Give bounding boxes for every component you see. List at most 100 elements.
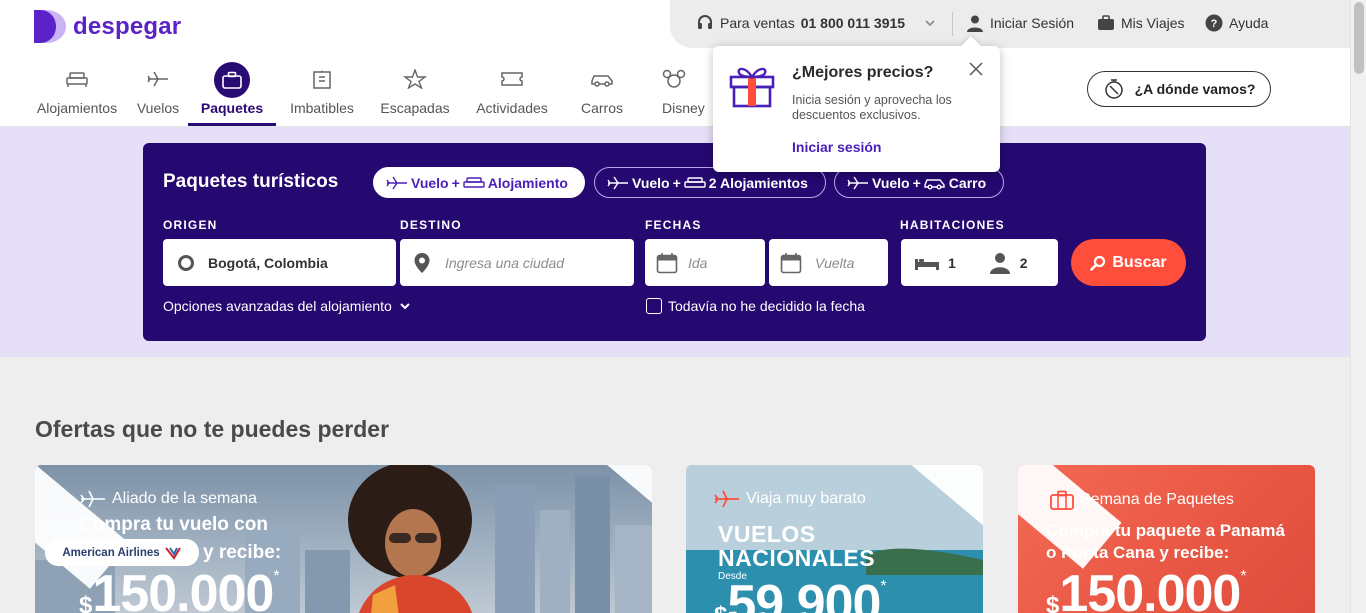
offers-section-title: Ofertas que no te puedes perder: [35, 416, 390, 442]
where-to-button[interactable]: ¿A dónde vamos?: [1087, 71, 1271, 107]
plane-icon: [714, 490, 739, 508]
sales-phone[interactable]: Para ventas 01 800 011 3915: [696, 14, 937, 32]
brand-logo[interactable]: despegar: [34, 10, 181, 43]
currency-symbol: $: [1046, 592, 1060, 613]
help-link[interactable]: ? Ayuda: [1205, 14, 1268, 32]
nav-item-actividades[interactable]: Actividades: [462, 60, 562, 126]
car-icon: [590, 66, 614, 92]
chevron-down-icon: [925, 20, 935, 27]
rooms-count: 1: [948, 254, 956, 271]
location-pin-icon: [414, 252, 430, 273]
pill-prefix: Vuelo: [411, 174, 449, 191]
card-price: $150.000*: [1046, 568, 1247, 613]
plane-icon: [847, 176, 868, 189]
card-price: $150.000*: [79, 568, 280, 613]
destination-placeholder: Ingresa una ciudad: [445, 254, 565, 271]
offer-card-national-flights[interactable]: Viaja muy barato VUELOS NACIONALES Desde…: [686, 465, 983, 613]
utility-divider: [952, 12, 953, 36]
star-icon: [403, 66, 427, 92]
airline-name: American Airlines: [62, 546, 160, 559]
bed-icon: [684, 176, 706, 188]
card-headline-2: y recibe:: [203, 542, 282, 563]
nav-item-vuelos[interactable]: Vuelos: [128, 60, 188, 126]
card-headline: Compra tu paquete a Panamá o Punta Cana …: [1046, 520, 1285, 564]
card-price: $59.900*: [714, 578, 887, 613]
undecided-dates-checkbox[interactable]: Todavía no he decidido la fecha: [646, 298, 865, 314]
login-promo-popover: ¿Mejores precios? Inicia sesión y aprove…: [713, 46, 1000, 172]
card-tag: Semana de Paquetes: [1050, 490, 1234, 510]
popover-login-link[interactable]: Iniciar sesión: [792, 139, 881, 155]
departure-date-input[interactable]: Ida: [645, 239, 765, 286]
price-asterisk: *: [273, 568, 280, 585]
price-value: 150.000: [1059, 565, 1241, 613]
pill-suffix: Alojamiento: [487, 174, 568, 191]
search-button[interactable]: Buscar: [1071, 239, 1186, 286]
price-value: 150.000: [92, 565, 274, 613]
pill-suffix: 2 Alojamientos: [708, 174, 808, 191]
price-value: 59.900: [727, 575, 881, 613]
pill-suffix: Carro: [948, 174, 987, 191]
nav-item-disney[interactable]: Disney: [642, 60, 718, 126]
card-headline-line-2: NACIONALES: [718, 545, 876, 571]
bed-icon: [65, 66, 89, 92]
search-title: Paquetes turísticos: [163, 171, 339, 192]
scrollbar-thumb[interactable]: [1354, 2, 1364, 74]
bed-icon: [463, 176, 485, 188]
suitcase-icon: [1050, 490, 1074, 510]
my-trips-link[interactable]: Mis Viajes: [1097, 14, 1185, 32]
where-to-label: ¿A dónde vamos?: [1134, 81, 1256, 97]
advanced-options-toggle[interactable]: Opciones avanzadas del alojamiento: [163, 298, 412, 314]
popover-text: Inicia sesión y aprovecha los descuentos…: [792, 93, 952, 122]
nav-item-carros[interactable]: Carros: [562, 60, 642, 126]
origin-input[interactable]: Bogotá, Colombia: [163, 239, 396, 286]
ticket-icon: [500, 66, 524, 92]
close-icon[interactable]: [967, 60, 985, 78]
rooms-label: HABITACIONES: [900, 218, 1005, 232]
suitcase-icon: [1098, 15, 1114, 30]
nav-item-escapadas[interactable]: Escapadas: [368, 60, 462, 126]
svg-text:?: ?: [1211, 18, 1218, 30]
pill-prefix: Vuelo: [632, 174, 670, 191]
mickey-icon: [662, 66, 686, 92]
sales-phone-number: 01 800 011 3915: [800, 15, 906, 31]
logo-mark-icon: [34, 10, 66, 43]
nav-item-paquetes[interactable]: Paquetes: [188, 60, 276, 126]
return-date-input[interactable]: Vuelta: [769, 239, 888, 286]
product-pill-flight-hotel[interactable]: Vuelo + Alojamiento: [373, 167, 585, 198]
pill-prefix: Vuelo: [872, 174, 910, 191]
dates-label: FECHAS: [645, 218, 702, 232]
nav-item-imbatibles[interactable]: Imbatibles: [276, 60, 368, 126]
destination-input[interactable]: Ingresa una ciudad: [400, 239, 634, 286]
page-scrollbar[interactable]: [1350, 0, 1366, 613]
card-headline: VUELOS NACIONALES: [718, 522, 875, 570]
plane-icon: [80, 490, 105, 508]
user-icon: [967, 15, 983, 32]
undecided-dates-label: Todavía no he decidido la fecha: [668, 298, 865, 314]
nav-label: Actividades: [476, 100, 548, 116]
calendar-icon: [780, 252, 802, 273]
brand-name: despegar: [73, 12, 182, 40]
help-icon: ?: [1205, 14, 1223, 32]
plane-icon: [607, 176, 628, 189]
pill-plus: +: [451, 174, 460, 191]
nav-label: Paquetes: [200, 100, 264, 116]
offer-card-packages-week[interactable]: Semana de Paquetes Compra tu paquete a P…: [1018, 465, 1315, 613]
login-link[interactable]: Iniciar Sesión: [966, 14, 1074, 32]
nav-label: Alojamientos: [36, 100, 118, 116]
nav-item-alojamientos[interactable]: Alojamientos: [26, 60, 128, 126]
site-header: despegar Para ventas 01 800 011 3915 Ini…: [0, 0, 1350, 127]
headset-icon: [698, 15, 712, 29]
airline-logo-icon: [164, 546, 181, 560]
login-label: Iniciar Sesión: [990, 15, 1075, 31]
american-airlines-logo: American Airlines: [45, 539, 199, 566]
advanced-options-label: Opciones avanzadas del alojamiento: [163, 298, 392, 314]
card-headline-line-1: VUELOS: [718, 521, 816, 547]
origin-label: ORIGEN: [163, 218, 218, 232]
rooms-guests-selector[interactable]: 1 2: [901, 239, 1058, 286]
sales-label: Para ventas: [720, 15, 795, 31]
checkbox[interactable]: [646, 298, 662, 314]
pill-plus: +: [912, 174, 921, 191]
pill-plus: +: [672, 174, 681, 191]
my-trips-label: Mis Viajes: [1121, 15, 1185, 31]
suitcase-icon: [214, 62, 250, 98]
